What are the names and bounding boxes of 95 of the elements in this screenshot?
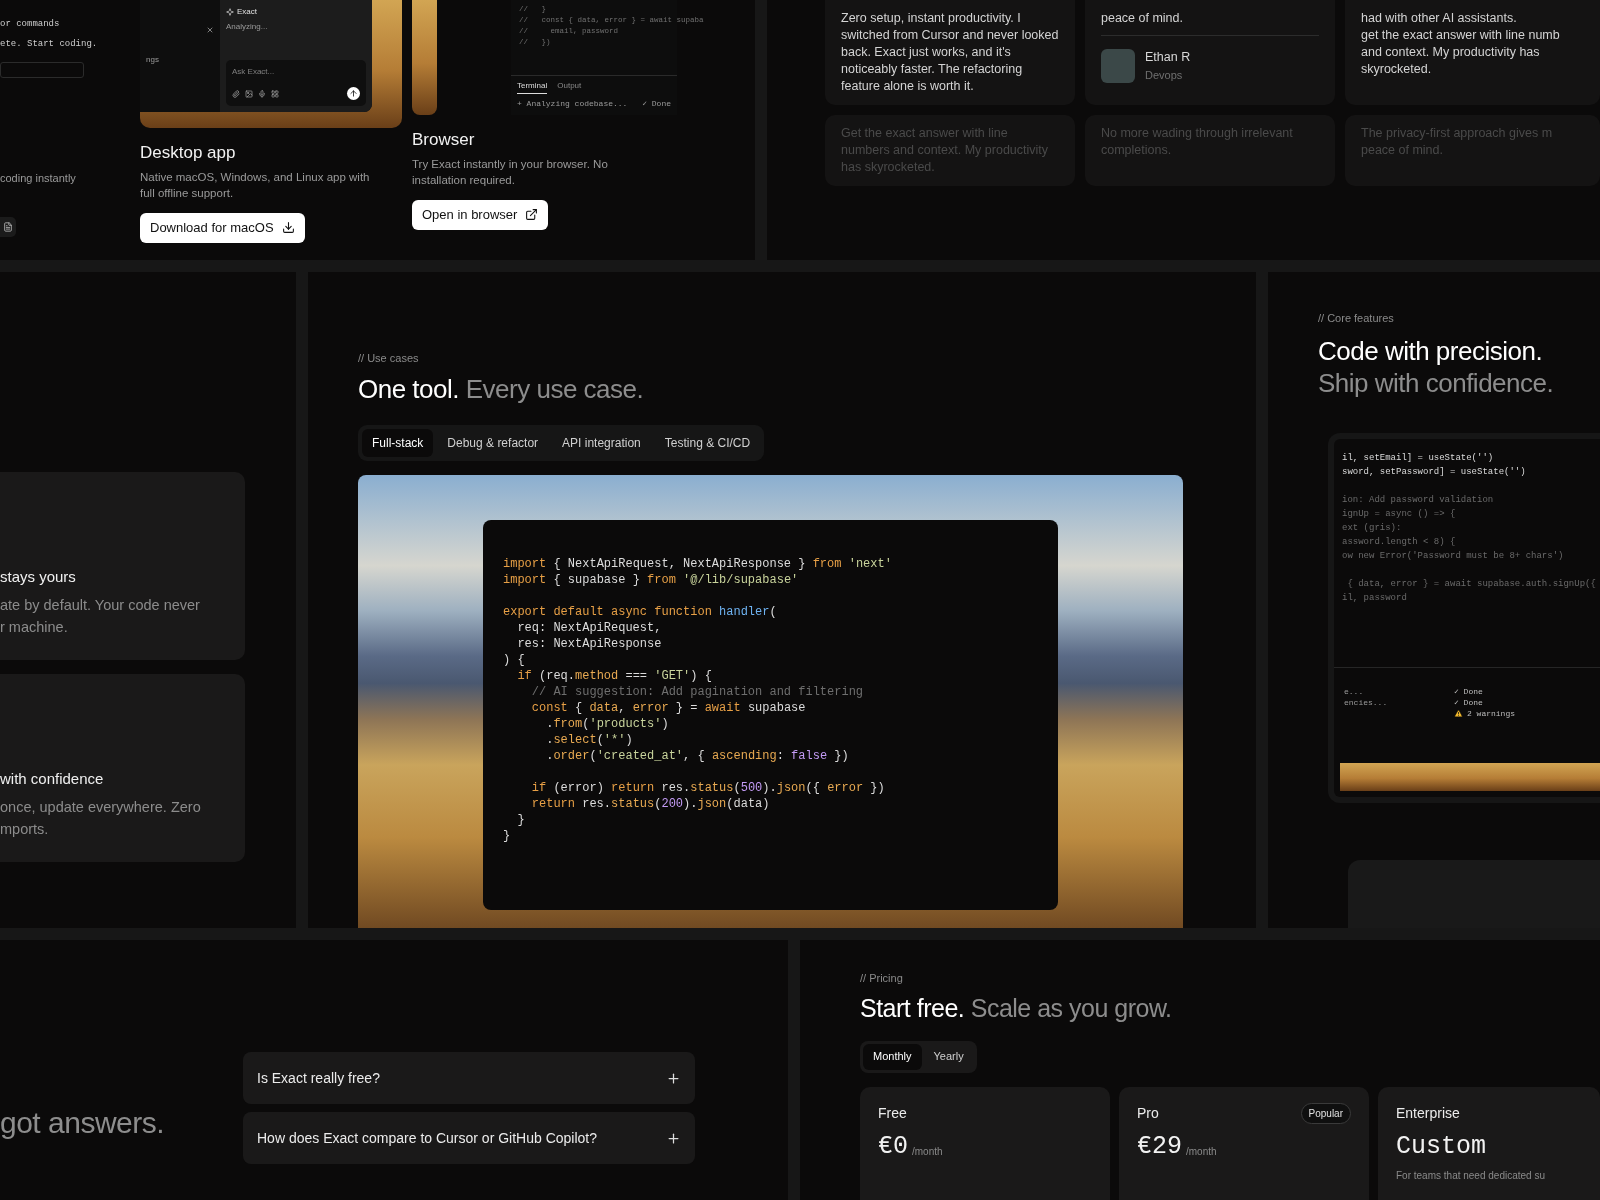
plan-name: Enterprise <box>1396 1103 1460 1123</box>
billing-option[interactable]: Yearly <box>923 1043 974 1070</box>
price-period: /month <box>1186 1144 1217 1159</box>
tab[interactable]: Full-stack <box>362 428 434 457</box>
code-line: .from('products') <box>545 715 669 732</box>
code-line: sword, setPassword] = useState('') <box>1342 465 1526 479</box>
terminal-text: ✓ Done <box>642 99 671 109</box>
code-line: if (req.method === 'GET') { <box>516 667 712 684</box>
tab[interactable]: Debug & refactor <box>437 428 549 457</box>
code-line: } <box>516 811 525 828</box>
warning-icon <box>1454 708 1463 718</box>
input-field[interactable] <box>0 62 84 78</box>
code-line: { data, error } = await supabase.auth.signUp({ <box>1346 577 1596 591</box>
caption-text: coding instantly <box>0 171 76 186</box>
arrow-up-icon <box>349 89 358 98</box>
section-eyebrow: // Core features <box>1318 311 1394 326</box>
chat-input[interactable]: Ask Exact... <box>232 66 302 77</box>
code-text: ete. Start coding. <box>0 38 98 51</box>
code-line: import { supabase } from '@/lib/supabase' <box>503 571 799 588</box>
plan-description: For teams that need dedicated su <box>1396 1168 1545 1183</box>
tab[interactable]: Testing & CI/CD <box>654 428 761 457</box>
card-description: Native macOS, Windows, and Linux app with full offline support. <box>140 169 371 201</box>
code-line: ext (gris): <box>1342 521 1402 535</box>
author-role: Devops <box>1145 67 1183 83</box>
code-line: import { NextApiRequest, NextApiResponse } from 'next' <box>503 555 892 572</box>
terminal-text: + Analyzing codebase... <box>517 99 628 109</box>
feature-description: once, update everywhere. Zero mports. <box>0 798 201 839</box>
feature-title: with confidence <box>0 768 104 789</box>
code-line: } <box>503 827 511 844</box>
faq-item[interactable]: Is Exact really free? <box>243 1052 695 1104</box>
image-icon[interactable] <box>245 89 253 98</box>
code-text: or commands <box>0 18 60 31</box>
code-line: if (error) return res.status(500).json({ error }) <box>530 779 885 796</box>
code-line: il, password <box>1342 591 1407 605</box>
plan-name: Free <box>878 1103 907 1123</box>
plan-price: €0 <box>878 1131 908 1162</box>
terminal-text: encies... <box>1344 696 1388 708</box>
terminal-text: ✓ Done <box>1454 696 1483 708</box>
plan-price: €29 <box>1137 1131 1182 1162</box>
code-line: const { data, error } = await supabase <box>530 699 806 716</box>
code-line: .order('created_at', { ascending: false }) <box>545 747 849 764</box>
terminal-tab[interactable]: Terminal <box>517 80 548 94</box>
document-icon[interactable] <box>0 216 16 237</box>
terminal-text: e... <box>1344 685 1364 697</box>
plan-badge: Popular <box>1300 1102 1351 1124</box>
sparkle-icon <box>226 8 234 16</box>
price-period: /month <box>912 1144 943 1159</box>
section-heading: One tool. Every use case. <box>358 372 644 405</box>
code-line: assword.length < 8) { <box>1342 535 1456 549</box>
quote-text: had with other AI assistants. get the exact answer with line numb and context. My productivity has skyrocketed. <box>1361 10 1560 78</box>
sidebar-text: ngs <box>146 54 159 66</box>
code-line: export default async function handler( <box>503 603 777 620</box>
microphone-icon[interactable] <box>258 89 266 98</box>
feature-title: stays yours <box>0 566 76 587</box>
code-line: ow new Error('Password must be 8+ chars') <box>1342 549 1564 563</box>
section-heading: Start free. Scale as you grow. <box>860 992 1172 1023</box>
section-eyebrow: // Pricing <box>860 971 903 986</box>
terminal-tab[interactable]: Output <box>557 80 582 94</box>
download-icon <box>281 221 295 234</box>
section-eyebrow: // Use cases <box>358 351 419 366</box>
code-line: res: NextApiResponse <box>516 635 662 652</box>
send-button[interactable] <box>347 87 360 100</box>
faq-item[interactable]: How does Exact compare to Cursor or GitHub Copilot? <box>243 1112 695 1164</box>
avatar-placeholder <box>1101 48 1135 83</box>
close-icon[interactable] <box>206 26 214 34</box>
code-line: // AI suggestion: Add pagination and filtering <box>530 683 864 700</box>
platform-button[interactable]: Open in browser <box>412 199 549 230</box>
code-line: ion: Add password validation <box>1342 493 1494 507</box>
assistant-name: Exact <box>237 6 257 18</box>
paperclip-icon[interactable] <box>232 89 240 98</box>
section-heading: Code with precision. Ship with confidence. <box>1318 334 1554 399</box>
quote-text: peace of mind. <box>1101 10 1183 27</box>
code-line: il, setEmail] = useState('') <box>1342 451 1494 465</box>
grid-icon[interactable] <box>271 89 279 98</box>
card-title: Browser <box>412 129 475 151</box>
feature-description: ate by default. Your code never r machine. <box>0 596 200 637</box>
tab[interactable]: API integration <box>552 428 651 457</box>
author-name: Ethan R <box>1145 49 1191 66</box>
plan-price: Custom <box>1396 1131 1486 1162</box>
code-line: .select('*') <box>545 731 633 748</box>
terminal-text: ✓ Done <box>1454 685 1483 697</box>
plan-name: Pro <box>1137 1103 1159 1123</box>
billing-option[interactable]: Monthly <box>863 1043 922 1070</box>
section-heading: got answers. <box>0 1105 165 1141</box>
card-description: Try Exact instantly in your browser. No installation required. <box>412 156 609 188</box>
quote-text: Zero setup, instant productivity. I switched from Cursor and never looked back. Exact just works, and it's noticeably faster. The refactoring feature alone is worth it. <box>841 10 1059 95</box>
card-title: Desktop app <box>140 142 236 164</box>
code-line: req: NextApiRequest, <box>516 619 662 636</box>
platform-button[interactable]: Download for macOS <box>140 212 305 243</box>
code-line: ) { <box>503 651 525 668</box>
external-link-icon <box>525 208 539 221</box>
code-line: ignUp = async () => { <box>1342 507 1456 521</box>
code-line: return res.status(200).json(data) <box>530 795 770 812</box>
status-text: Analyzing... <box>226 21 268 33</box>
terminal-text: 2 warnings <box>1467 707 1515 719</box>
